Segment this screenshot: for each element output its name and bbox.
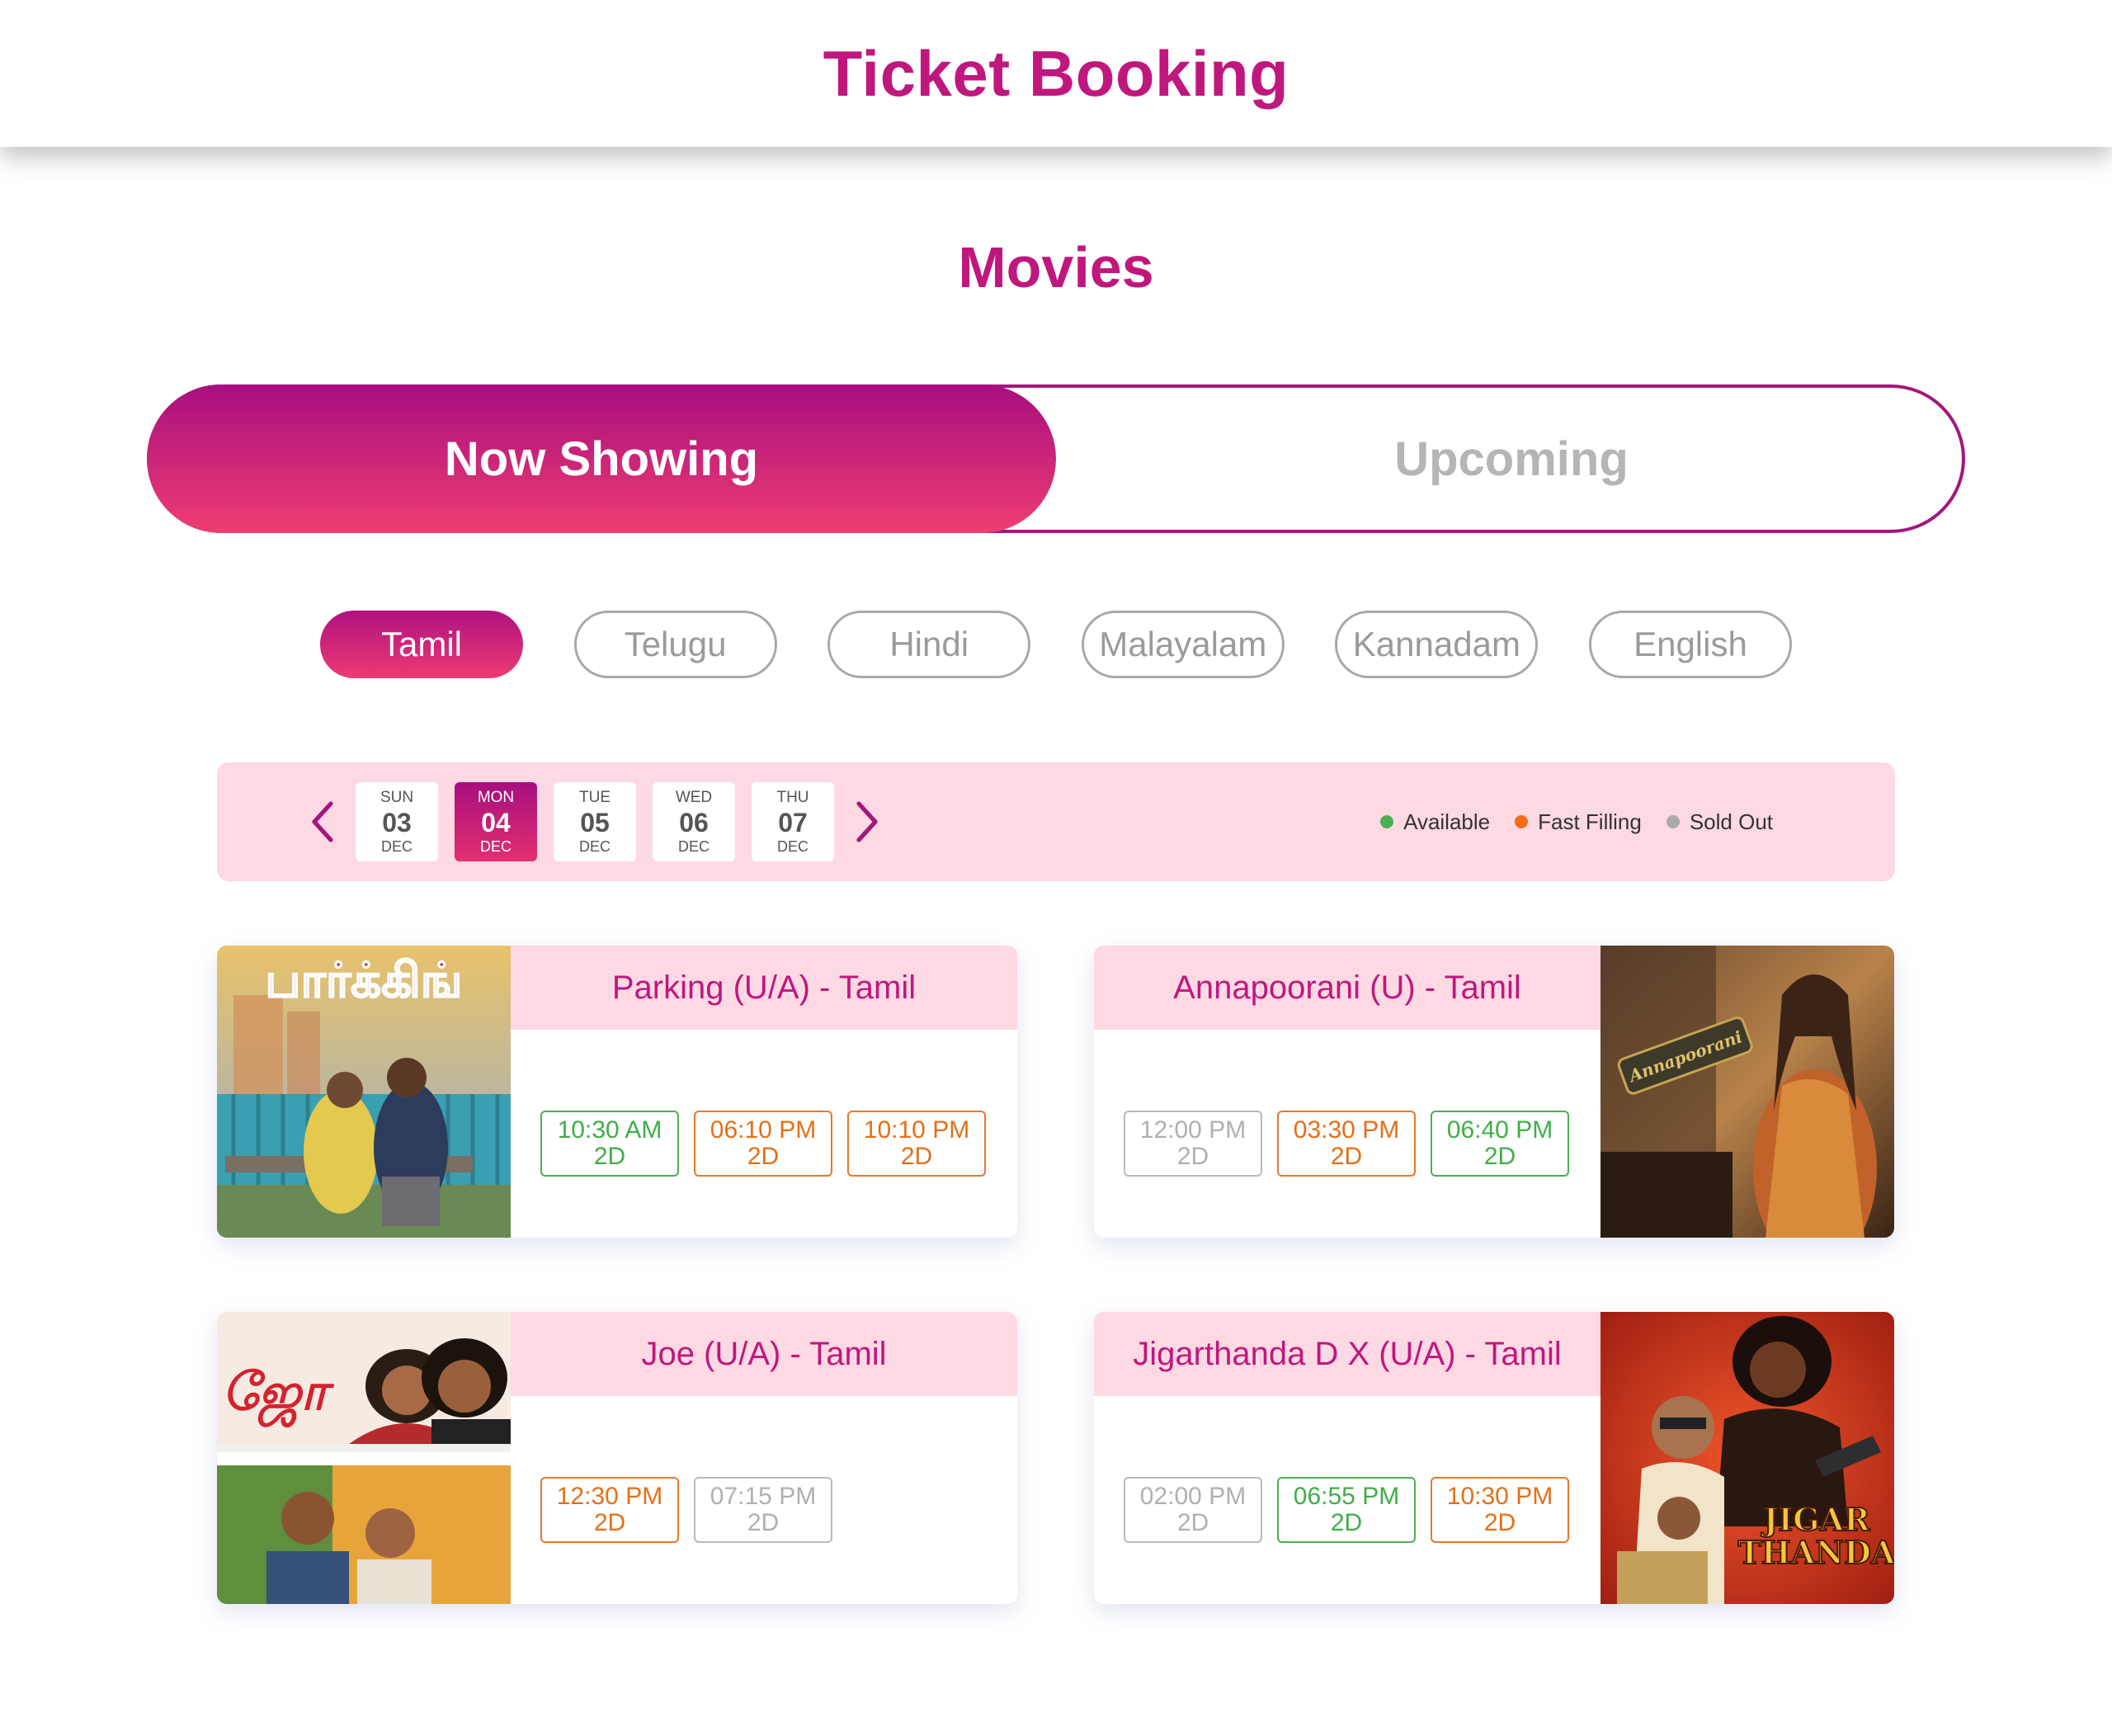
legend-label: Fast Filling bbox=[1538, 809, 1642, 834]
parking-poster-text: பார்க்கிங் bbox=[265, 952, 462, 1008]
showtime-format: 2D bbox=[747, 1509, 780, 1536]
showtime-format: 2D bbox=[1483, 1509, 1516, 1536]
language-pill-kannadam[interactable]: Kannadam bbox=[1335, 611, 1539, 678]
date-card-thu-07[interactable]: THU 07 DEC bbox=[752, 782, 834, 861]
date-card-mon-04[interactable]: MON 04 DEC bbox=[455, 782, 537, 861]
date-card-tue-05[interactable]: TUE 05 DEC bbox=[554, 782, 636, 861]
tab-now-showing[interactable]: Now Showing bbox=[147, 384, 1056, 533]
date-card-wed-06[interactable]: WED 06 DEC bbox=[653, 782, 735, 861]
showtime-button[interactable]: 06:10 PM 2D bbox=[694, 1111, 832, 1177]
date-day: 03 bbox=[382, 808, 412, 837]
joe-poster[interactable]: ஜோ bbox=[217, 1312, 511, 1604]
showtime-button[interactable]: 10:30 AM 2D bbox=[540, 1111, 679, 1177]
showtime-button[interactable]: 06:40 PM 2D bbox=[1431, 1111, 1569, 1177]
date-day: 05 bbox=[580, 808, 610, 837]
showtime-button[interactable]: 12:30 PM 2D bbox=[540, 1477, 679, 1543]
language-pill-english[interactable]: English bbox=[1588, 611, 1792, 678]
date-dow: THU bbox=[776, 789, 809, 806]
movie-title[interactable]: Jigarthanda D X (U/A) - Tamil bbox=[1094, 1312, 1600, 1396]
app-title: Ticket Booking bbox=[823, 36, 1289, 110]
movie-card-jigarthanda: Jigarthanda D X (U/A) - Tamil 02:00 PM 2… bbox=[1094, 1312, 1894, 1604]
showtime-time: 10:30 PM bbox=[1446, 1483, 1553, 1510]
showtime-format: 2D bbox=[1176, 1509, 1209, 1536]
parking-poster[interactable]: பார்க்கிங் bbox=[217, 946, 511, 1238]
date-month: DEC bbox=[479, 838, 512, 855]
jigarthanda-poster[interactable]: JIGAR THANDA bbox=[1600, 1312, 1894, 1604]
movie-card-parking: பார்க்கிங் Parking (U/A) - Tamil 10:30 A… bbox=[217, 946, 1017, 1238]
showtime-format: 2D bbox=[1176, 1143, 1209, 1170]
movie-card-joe: ஜோ Joe (U/A) - Tamil 12:30 PM 2D 07:15 P… bbox=[217, 1312, 1017, 1604]
showtime-button[interactable]: 07:15 PM 2D bbox=[694, 1477, 832, 1543]
date-dow: MON bbox=[477, 789, 515, 806]
joe-poster-text: ஜோ bbox=[222, 1361, 335, 1428]
showtime-time: 06:40 PM bbox=[1446, 1116, 1553, 1144]
showtime-button[interactable]: 03:30 PM 2D bbox=[1277, 1111, 1416, 1177]
showtimes: 12:30 PM 2D 07:15 PM 2D bbox=[511, 1477, 1017, 1543]
showtime-button[interactable]: 06:55 PM 2D bbox=[1277, 1477, 1416, 1543]
movie-title[interactable]: Joe (U/A) - Tamil bbox=[511, 1312, 1017, 1396]
sold-out-dot-icon bbox=[1666, 815, 1680, 828]
language-pill-tamil[interactable]: Tamil bbox=[320, 611, 523, 678]
language-pill-hindi[interactable]: Hindi bbox=[827, 611, 1031, 678]
showtime-time: 06:10 PM bbox=[710, 1116, 817, 1144]
showtimes: 12:00 PM 2D 03:30 PM 2D 06:40 PM 2D bbox=[1094, 1111, 1600, 1177]
date-strip: SUN 03 DEC MON 04 DEC TUE 05 DEC WED 06 … bbox=[217, 762, 1895, 881]
legend-label: Available bbox=[1403, 809, 1491, 834]
showtime-format: 2D bbox=[593, 1143, 626, 1170]
availability-legend: Available Fast Filling Sold Out bbox=[1380, 804, 1773, 840]
date-day: 04 bbox=[481, 808, 511, 837]
available-dot-icon bbox=[1380, 815, 1394, 828]
showtime-button[interactable]: 10:10 PM 2D bbox=[847, 1111, 986, 1177]
showtime-format: 2D bbox=[900, 1143, 933, 1170]
showtime-format: 2D bbox=[747, 1143, 780, 1170]
chevron-right-icon[interactable] bbox=[842, 799, 889, 845]
showtime-time: 02:00 PM bbox=[1139, 1483, 1247, 1510]
language-pill-malayalam[interactable]: Malayalam bbox=[1081, 611, 1285, 678]
date-month: DEC bbox=[380, 838, 412, 855]
showtime-format: 2D bbox=[593, 1509, 626, 1536]
showtime-time: 12:30 PM bbox=[556, 1483, 663, 1510]
date-card-sun-03[interactable]: SUN 03 DEC bbox=[356, 782, 438, 861]
legend-label: Sold Out bbox=[1689, 809, 1773, 834]
showtime-time: 10:30 AM bbox=[557, 1116, 662, 1144]
showtime-time: 12:00 PM bbox=[1139, 1116, 1247, 1144]
showtime-button[interactable]: 12:00 PM 2D bbox=[1124, 1111, 1262, 1177]
legend-fast-filling: Fast Filling bbox=[1515, 809, 1642, 835]
date-month: DEC bbox=[677, 838, 710, 855]
showtime-format: 2D bbox=[1483, 1143, 1516, 1170]
legend-sold-out: Sold Out bbox=[1666, 809, 1773, 835]
showing-toggle: Now Showing Upcoming bbox=[147, 384, 1965, 533]
date-month: DEC bbox=[776, 838, 808, 855]
fast-filling-dot-icon bbox=[1515, 815, 1529, 828]
section-title: Movies bbox=[958, 235, 1154, 300]
showtime-time: 06:55 PM bbox=[1293, 1483, 1400, 1510]
movie-card-annapoorani: Annapoorani (U) - Tamil 12:00 PM 2D 03:3… bbox=[1094, 946, 1894, 1238]
date-month: DEC bbox=[578, 838, 610, 855]
showtime-format: 2D bbox=[1330, 1143, 1363, 1170]
tab-upcoming[interactable]: Upcoming bbox=[1058, 388, 1965, 530]
date-day: 07 bbox=[778, 808, 808, 837]
app-header: Ticket Booking bbox=[0, 0, 2112, 147]
date-day: 06 bbox=[679, 808, 709, 837]
date-list: SUN 03 DEC MON 04 DEC TUE 05 DEC WED 06 … bbox=[356, 782, 834, 861]
language-filter: Tamil Telugu Hindi Malayalam Kannadam En… bbox=[320, 611, 1792, 678]
showtime-time: 03:30 PM bbox=[1293, 1116, 1400, 1144]
movie-title[interactable]: Parking (U/A) - Tamil bbox=[511, 946, 1017, 1030]
legend-available: Available bbox=[1380, 809, 1490, 835]
showtime-format: 2D bbox=[1330, 1509, 1363, 1536]
date-dow: SUN bbox=[380, 789, 414, 806]
showtime-button[interactable]: 10:30 PM 2D bbox=[1431, 1477, 1569, 1543]
showtime-time: 10:10 PM bbox=[863, 1116, 970, 1144]
movie-title[interactable]: Annapoorani (U) - Tamil bbox=[1094, 946, 1600, 1030]
showtime-button[interactable]: 02:00 PM 2D bbox=[1124, 1477, 1262, 1543]
date-dow: TUE bbox=[579, 789, 610, 806]
annapoorani-poster[interactable]: Annapoorani bbox=[1600, 946, 1894, 1238]
showtimes: 10:30 AM 2D 06:10 PM 2D 10:10 PM 2D bbox=[511, 1111, 1017, 1177]
date-dow: WED bbox=[675, 789, 713, 806]
language-pill-telugu[interactable]: Telugu bbox=[573, 611, 777, 678]
chevron-left-icon[interactable] bbox=[301, 799, 347, 845]
showtime-time: 07:15 PM bbox=[710, 1483, 817, 1510]
showtimes: 02:00 PM 2D 06:55 PM 2D 10:30 PM 2D bbox=[1094, 1477, 1600, 1543]
